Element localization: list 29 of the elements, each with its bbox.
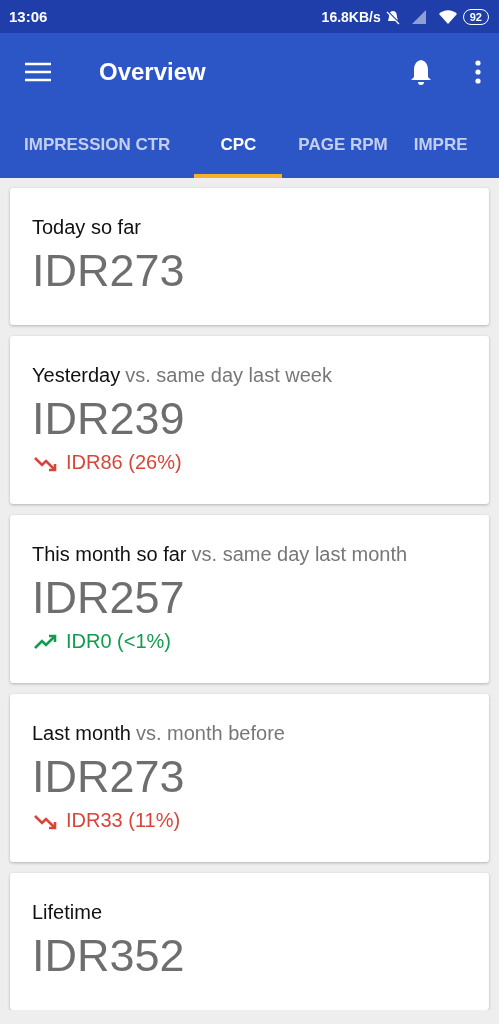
change-value: IDR0 (<1%) — [66, 630, 172, 653]
tab[interactable]: IMPRESSION CTR — [0, 111, 195, 178]
card-label: This month so far — [32, 543, 187, 566]
comparison-label: vs. same day last month — [191, 543, 408, 566]
stat-value: IDR273 — [32, 245, 186, 297]
stat-value: IDR239 — [32, 393, 186, 445]
stat-value: IDR352 — [32, 930, 186, 982]
wifi-icon — [438, 9, 457, 24]
comparison-label: vs. same day last week — [125, 364, 332, 387]
menu-icon[interactable] — [24, 62, 52, 82]
mute-icon — [384, 8, 401, 25]
card-label: Lifetime — [32, 901, 103, 924]
bell-icon[interactable] — [409, 58, 433, 86]
comparison-label: vs. month before — [135, 722, 285, 745]
card-label: Yesterday — [32, 364, 121, 387]
network-speed: 16.8KB/s — [321, 8, 381, 25]
card-label: Today so far — [32, 216, 141, 239]
more-options-icon[interactable] — [475, 60, 481, 84]
stat-value: IDR273 — [32, 751, 186, 803]
signal-icon — [410, 8, 427, 25]
tab[interactable]: PAGE RPM — [282, 111, 404, 178]
tab[interactable]: IMPRE — [403, 111, 478, 178]
stat-value: IDR257 — [32, 572, 186, 624]
card-label: Last month — [32, 722, 131, 745]
change-value: IDR86 (26%) — [66, 451, 182, 474]
change-value: IDR33 (11%) — [66, 809, 181, 832]
page-title: Overview — [99, 58, 207, 86]
status-time: 13:06 — [9, 8, 48, 25]
tab[interactable]: CPC — [194, 111, 283, 178]
